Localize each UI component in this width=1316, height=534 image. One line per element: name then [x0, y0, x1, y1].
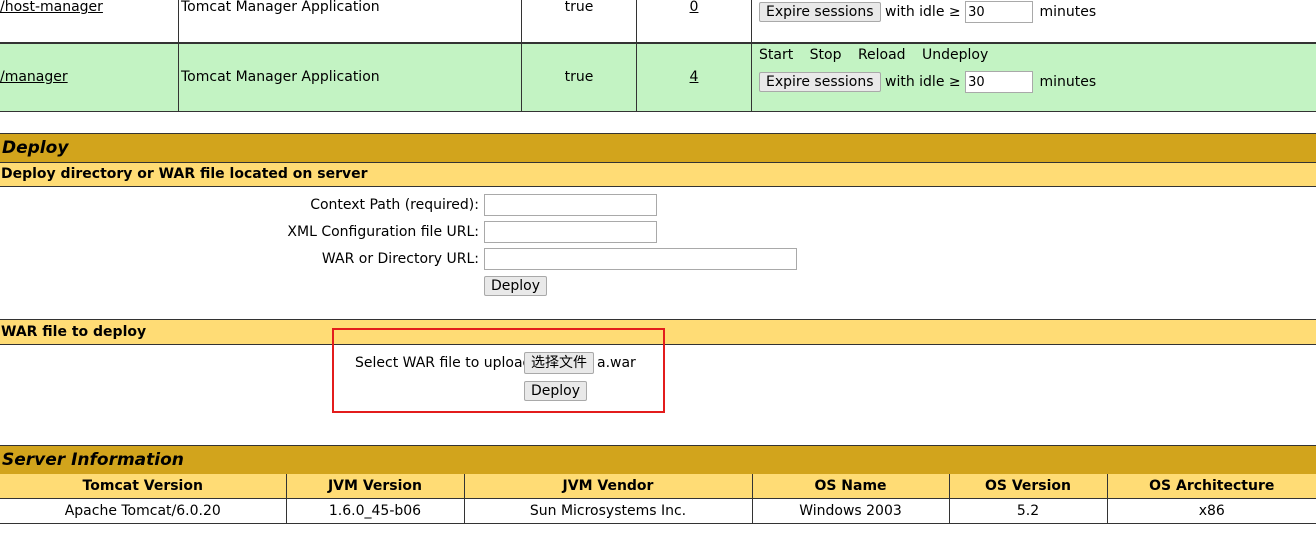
- app-path-cell: /manager: [0, 43, 179, 111]
- server-info-header-row: Tomcat Version JVM Version JVM Vendor OS…: [0, 474, 1316, 499]
- deploy-server-button[interactable]: Deploy: [484, 276, 548, 296]
- header-jvm-version: JVM Version: [285, 474, 465, 499]
- reload-link[interactable]: Reload: [858, 47, 906, 63]
- table-row: /host-manager Tomcat Manager Application…: [0, 0, 1316, 43]
- minutes-label: minutes: [1039, 4, 1097, 20]
- app-display-name: Tomcat Manager Application: [181, 69, 380, 85]
- with-idle-label: with idle ≥: [885, 74, 961, 90]
- os-version-value: 5.2: [949, 498, 1108, 524]
- app-commands-cell: Expire sessions with idle ≥ minutes: [752, 0, 1316, 42]
- app-display-name: Tomcat Manager Application: [181, 0, 380, 15]
- app-running-cell: true: [522, 43, 637, 111]
- expire-sessions-button[interactable]: Expire sessions: [759, 2, 881, 22]
- header-os-version: OS Version: [948, 474, 1108, 499]
- expire-sessions-form: Expire sessions with idle ≥ minutes: [759, 71, 1096, 93]
- app-name-cell: Tomcat Manager Application: [179, 43, 522, 111]
- xml-config-input[interactable]: [484, 221, 657, 243]
- minutes-label: minutes: [1039, 74, 1097, 90]
- table-row: /manager Tomcat Manager Application true…: [0, 43, 1316, 112]
- stop-link[interactable]: Stop: [810, 47, 842, 63]
- app-name-cell: Tomcat Manager Application: [179, 0, 522, 42]
- app-path-link[interactable]: /manager: [0, 69, 68, 85]
- app-running-value: true: [564, 69, 594, 85]
- app-sessions-cell: 0: [637, 0, 752, 42]
- with-idle-label: with idle ≥: [885, 4, 961, 20]
- idle-minutes-input[interactable]: [965, 71, 1034, 93]
- xml-config-label: XML Configuration file URL:: [287, 224, 479, 240]
- context-path-label: Context Path (required):: [310, 197, 479, 213]
- start-link[interactable]: Start: [759, 47, 793, 63]
- os-architecture-value: x86: [1107, 498, 1316, 524]
- header-tomcat-version: Tomcat Version: [0, 474, 287, 499]
- deploy-section-title: Deploy: [0, 133, 1316, 163]
- idle-minutes-input[interactable]: [965, 1, 1034, 23]
- annotation-highlight-box: [332, 328, 665, 413]
- server-info-table: Tomcat Version JVM Version JVM Vendor OS…: [0, 474, 1316, 524]
- app-sessions-cell: 4: [637, 43, 752, 111]
- header-jvm-vendor: JVM Vendor: [463, 474, 753, 499]
- app-sessions-link[interactable]: 0: [637, 0, 751, 15]
- deploy-server-subtitle: Deploy directory or WAR file located on …: [0, 162, 1316, 187]
- header-os-architecture: OS Architecture: [1106, 474, 1316, 499]
- server-info-title: Server Information: [0, 445, 1316, 475]
- app-sessions-link[interactable]: 4: [637, 69, 751, 85]
- jvm-vendor-value: Sun Microsystems Inc.: [464, 498, 753, 524]
- app-running-cell: true: [522, 0, 637, 42]
- app-path-cell: /host-manager: [0, 0, 179, 42]
- app-running-value: true: [564, 0, 594, 15]
- table-row: Apache Tomcat/6.0.20 1.6.0_45-b06 Sun Mi…: [0, 498, 1316, 524]
- undeploy-link[interactable]: Undeploy: [922, 47, 988, 63]
- app-command-links: Start Stop Reload Undeploy: [759, 47, 1000, 63]
- app-commands-cell: Start Stop Reload Undeploy Expire sessio…: [752, 43, 1316, 111]
- expire-sessions-form: Expire sessions with idle ≥ minutes: [759, 1, 1096, 23]
- os-name-value: Windows 2003: [752, 498, 950, 524]
- war-dir-label: WAR or Directory URL:: [321, 251, 479, 267]
- tomcat-version-value: Apache Tomcat/6.0.20: [0, 498, 287, 524]
- war-dir-input[interactable]: [484, 248, 797, 270]
- expire-sessions-button[interactable]: Expire sessions: [759, 72, 881, 92]
- app-path-link[interactable]: /host-manager: [0, 0, 103, 15]
- context-path-input[interactable]: [484, 194, 657, 216]
- jvm-version-value: 1.6.0_45-b06: [286, 498, 465, 524]
- header-os-name: OS Name: [751, 474, 950, 499]
